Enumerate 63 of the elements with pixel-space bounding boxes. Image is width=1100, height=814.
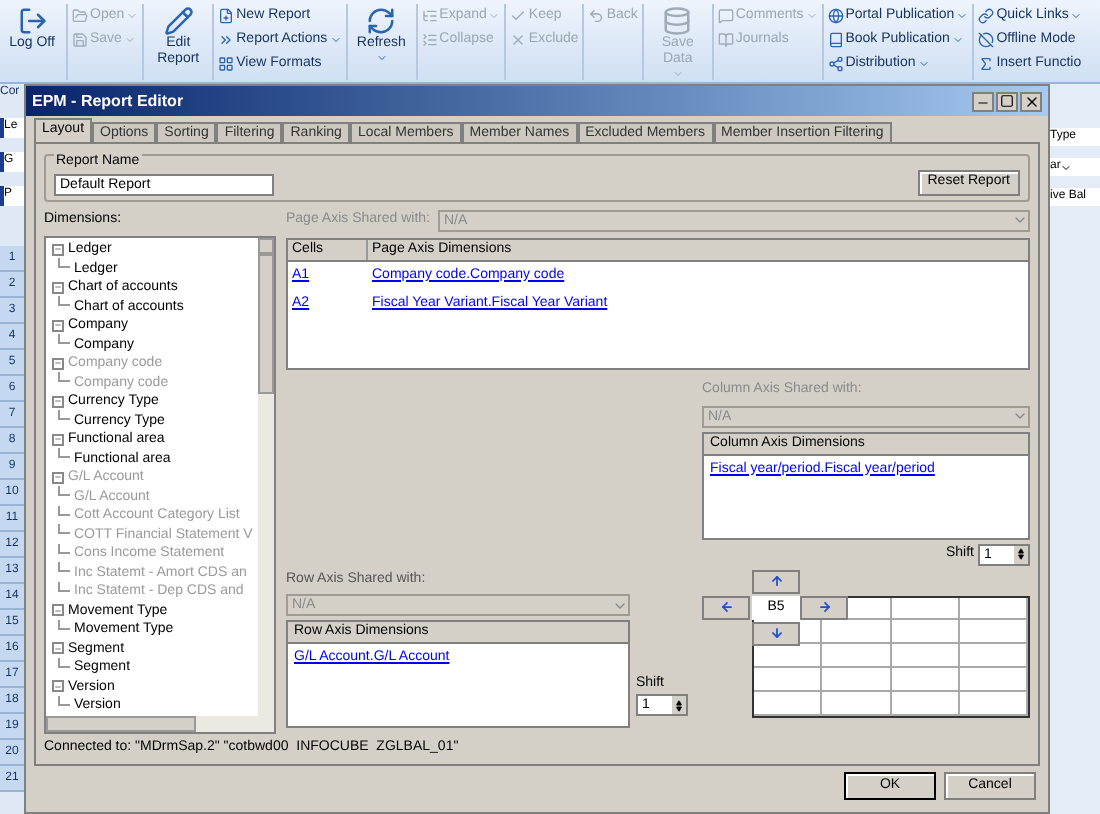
minimize-icon[interactable] [972, 91, 994, 111]
database-icon [662, 6, 693, 36]
spin-arrows-icon [672, 696, 686, 714]
speech-bubble-icon [717, 8, 734, 24]
book-icon [827, 32, 844, 48]
caret-icon [329, 34, 342, 46]
folder-icon [72, 8, 88, 24]
collapse-box-icon[interactable] [52, 281, 64, 294]
arrow-right-icon [817, 600, 831, 614]
tree-connector [58, 448, 70, 459]
tree-connector [58, 619, 70, 630]
globe-icon [827, 8, 844, 24]
collapse-icon [421, 32, 438, 48]
tree-connector [58, 258, 70, 269]
collapse-box-icon[interactable] [52, 433, 64, 446]
move-right-button[interactable] [800, 595, 848, 619]
move-left-button[interactable] [702, 595, 750, 619]
move-up-button[interactable] [752, 569, 800, 593]
caret-icon [671, 68, 684, 80]
tree-connector [58, 334, 70, 345]
caret-icon [488, 10, 501, 22]
tree-connector [58, 657, 70, 668]
tree-connector [58, 410, 70, 421]
circle-icon [978, 32, 995, 48]
share-icon [827, 56, 844, 72]
caret-icon [917, 58, 930, 70]
close-icon[interactable] [1020, 91, 1042, 111]
caret-icon [805, 10, 818, 22]
cross-icon [510, 32, 527, 48]
tree-connector [58, 372, 70, 383]
collapse-box-icon[interactable] [52, 642, 64, 655]
spin-arrows-icon [1014, 545, 1028, 563]
link-icon [978, 8, 995, 24]
collapse-box-icon[interactable] [52, 319, 64, 332]
caret-icon [1070, 10, 1083, 22]
vertical-scrollbar[interactable] [258, 238, 274, 715]
sigma-icon [978, 56, 995, 72]
horizontal-scrollbar[interactable] [46, 715, 274, 731]
tree-icon [421, 8, 438, 24]
arrow-up-icon [769, 574, 783, 588]
caret-icon [375, 52, 388, 64]
undo-arrow-icon [588, 8, 605, 24]
grid-icon [218, 56, 235, 72]
check-icon [510, 8, 527, 24]
dialog-title: EPM - Report Editor [32, 89, 186, 113]
arrow-left-icon [719, 600, 733, 614]
book-icon [717, 32, 734, 48]
tree-connector [58, 695, 70, 706]
log-off-icon [17, 6, 47, 36]
tree-connector [58, 296, 70, 307]
refresh-icon [366, 6, 397, 36]
move-down-button[interactable] [752, 621, 800, 645]
collapse-box-icon[interactable] [52, 471, 64, 484]
pencil-icon [163, 6, 194, 36]
arrow-down-icon [769, 626, 783, 640]
collapse-box-icon[interactable] [52, 680, 64, 693]
collapse-box-icon[interactable] [52, 395, 64, 408]
double-chevron-icon [218, 32, 235, 48]
collapse-box-icon[interactable] [52, 243, 64, 256]
collapse-box-icon[interactable] [52, 357, 64, 370]
collapse-box-icon[interactable] [52, 604, 64, 617]
new-document-icon [218, 8, 235, 24]
maximize-icon[interactable] [996, 91, 1018, 111]
